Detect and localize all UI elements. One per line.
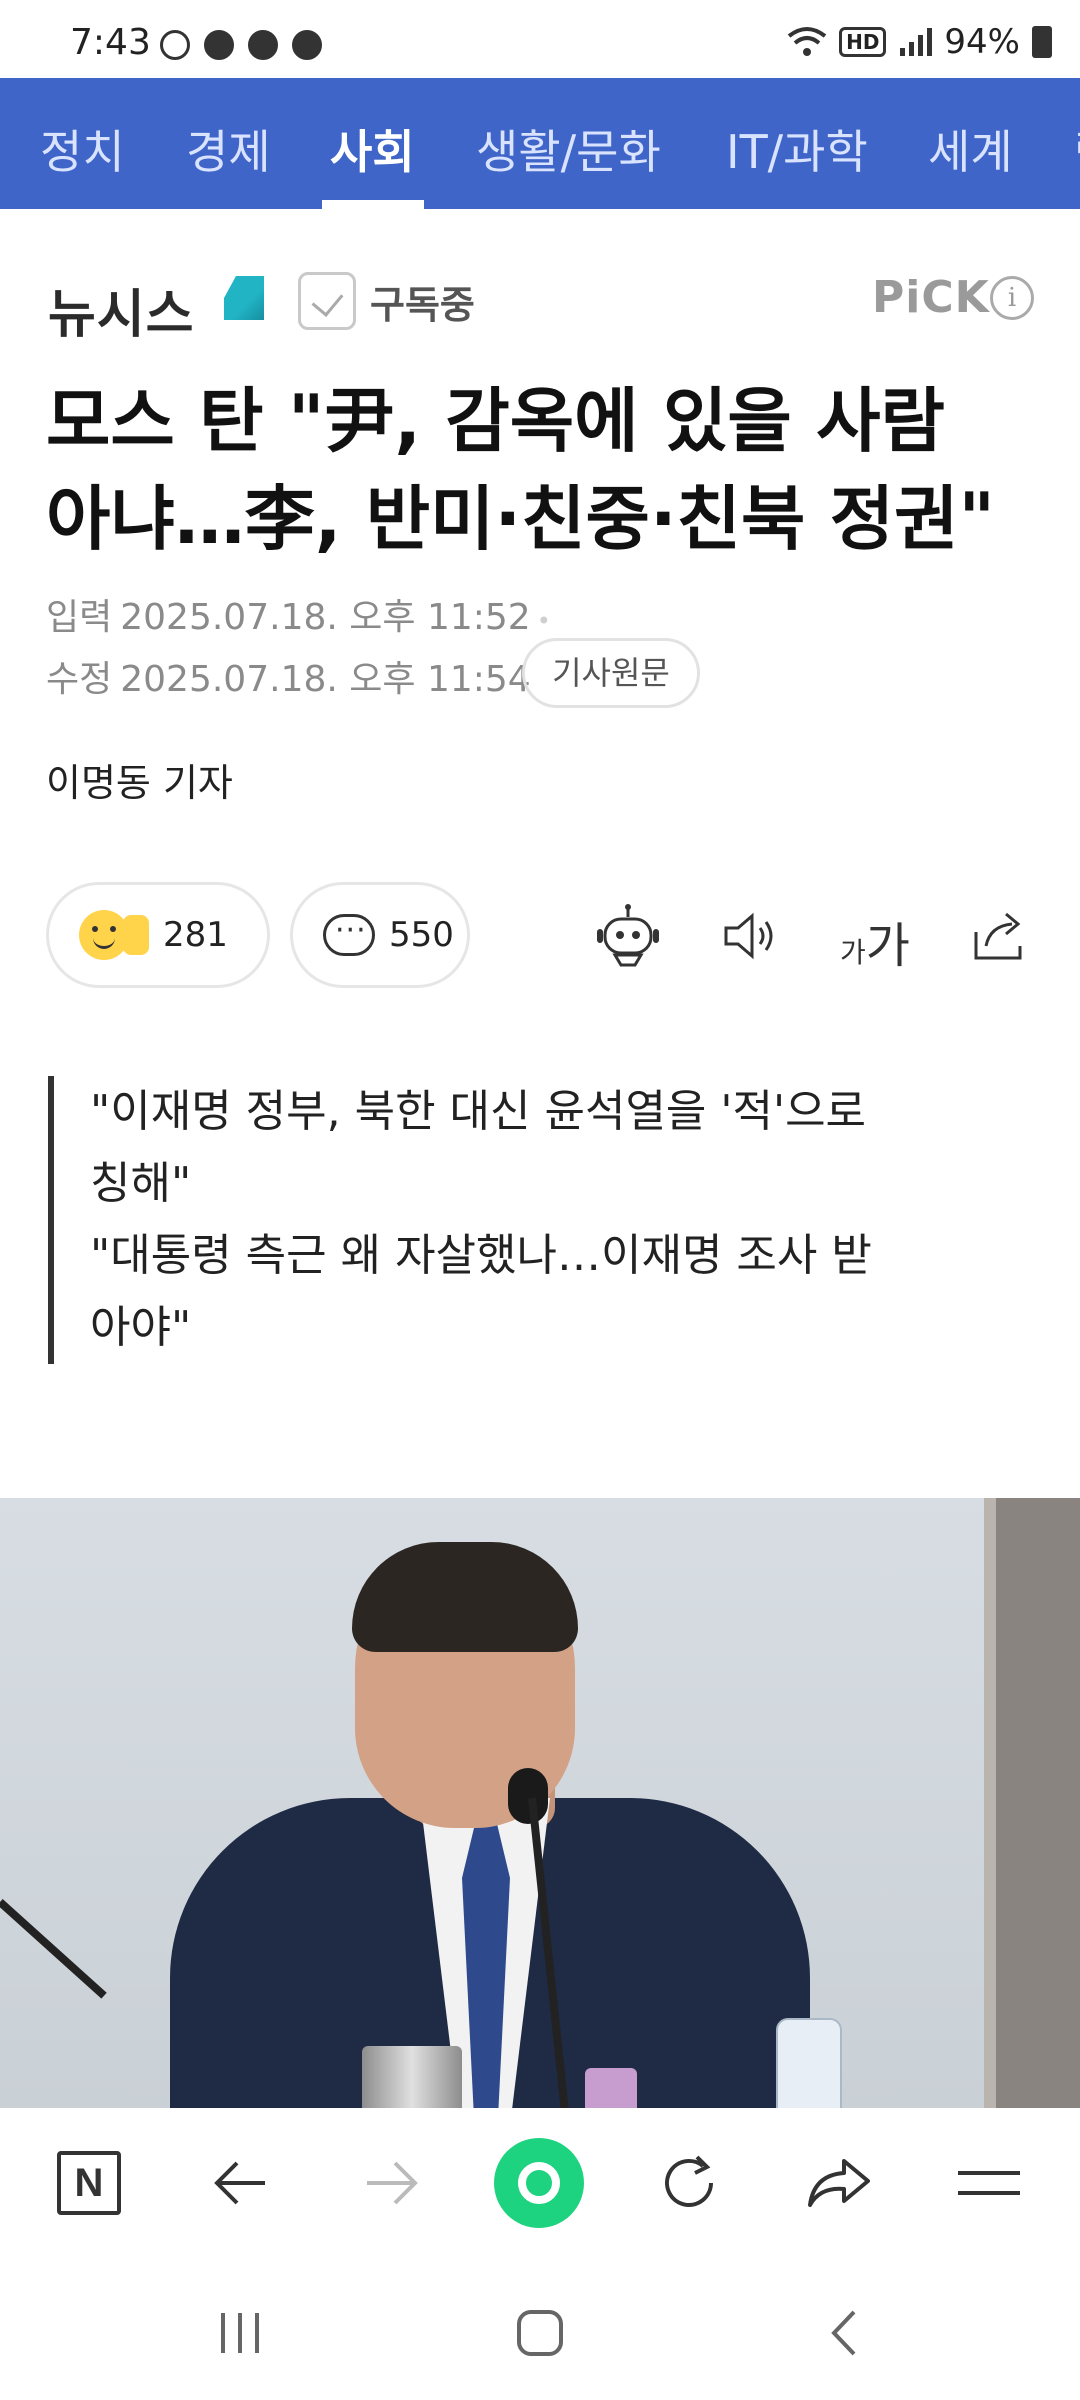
active-tab-indicator xyxy=(322,200,424,209)
battery-percent: 94% xyxy=(944,22,1020,62)
photo-cup xyxy=(362,2046,462,2110)
headline-line-1: 모스 탄 "尹, 감옥에 있을 사람 xyxy=(46,380,945,462)
input-date-line: 입력 2025.07.18. 오후 11:52 • xyxy=(46,588,551,640)
font-size-big: 가 xyxy=(865,918,910,974)
photo-water-bottle xyxy=(776,2018,842,2110)
subscribe-label: 구독중 xyxy=(370,282,475,327)
subscribe-button[interactable]: 구독중 xyxy=(298,272,475,330)
status-right: HD 94% xyxy=(787,22,1052,62)
dnd-icon xyxy=(160,30,190,60)
headline-line-2: 아냐…李, 반미·친중·친북 정권" xyxy=(46,478,995,560)
comment-button[interactable]: 550 xyxy=(290,882,470,988)
comment-icon xyxy=(323,913,375,956)
modified-date-label: 수정 xyxy=(46,659,113,700)
battery-icon xyxy=(1032,26,1052,58)
refresh-icon[interactable] xyxy=(644,2138,734,2228)
status-time: 7:43 xyxy=(70,22,151,63)
font-size-button[interactable]: 가가 xyxy=(840,906,910,976)
share-icon[interactable] xyxy=(962,900,1034,972)
subhead-line-3: "대통령 측근 왜 자살했나…이재명 조사 받 xyxy=(90,1230,872,1281)
green-dot-icon[interactable] xyxy=(494,2138,584,2228)
green-action-button xyxy=(494,2138,584,2228)
green-ring xyxy=(518,2162,560,2204)
pick-logo: PiCK xyxy=(872,272,990,323)
hd-icon: HD xyxy=(839,27,887,57)
article-photo[interactable] xyxy=(0,1498,1080,2110)
photo-left-microphone xyxy=(0,1899,107,1999)
tab-politics[interactable]: 정치 xyxy=(40,116,125,182)
browser-toolbar: N xyxy=(0,2108,1080,2258)
signal-icon xyxy=(900,28,933,56)
photo-background-pillar xyxy=(984,1498,996,2110)
tab-world[interactable]: 세계 xyxy=(928,116,1013,182)
tab-life-culture[interactable]: 생활/문화 xyxy=(476,116,661,182)
wifi-icon xyxy=(787,27,827,56)
modified-date: 2025.07.18. 오후 11:54 xyxy=(120,659,531,700)
comment-count: 550 xyxy=(389,915,454,955)
modified-date-line: 수정 2025.07.18. 오후 11:54 xyxy=(46,650,531,702)
subhead-line-1: "이재명 정부, 북한 대신 윤석열을 '적'으로 xyxy=(90,1086,867,1137)
arrow-left-icon[interactable] xyxy=(196,2138,286,2228)
photo-microphone-head xyxy=(508,1768,548,1824)
recent-apps-icon[interactable] xyxy=(200,2298,280,2368)
tab-ranking[interactable]: 랭 xyxy=(1074,116,1080,182)
category-nav: 정치 경제 사회 생활/문화 IT/과학 세계 랭 xyxy=(0,78,1080,209)
back-icon[interactable] xyxy=(804,2298,884,2368)
original-article-button[interactable]: 기사원문 xyxy=(522,638,700,708)
smile-emoji-icon xyxy=(79,910,129,960)
chat-icon xyxy=(248,30,278,60)
reporter-name[interactable]: 이명동 기자 xyxy=(46,752,233,807)
photo-name-badge xyxy=(585,2068,637,2110)
subhead-line-4: 아야" xyxy=(90,1302,192,1353)
input-date-label: 입력 xyxy=(46,597,113,638)
system-nav-bar xyxy=(0,2258,1080,2400)
subhead-line-2: 칭해" xyxy=(90,1158,192,1209)
press-logo-mark xyxy=(224,276,264,320)
font-size-small: 가 xyxy=(840,936,866,969)
naver-n-icon[interactable]: N xyxy=(44,2138,134,2228)
arrow-right-icon[interactable] xyxy=(346,2138,436,2228)
home-icon[interactable] xyxy=(500,2298,580,2368)
robot-icon[interactable] xyxy=(592,900,664,972)
menu-icon[interactable] xyxy=(944,2138,1034,2228)
reaction-count: 281 xyxy=(163,915,228,955)
tab-society[interactable]: 사회 xyxy=(330,116,415,182)
share-arrow-icon[interactable] xyxy=(794,2138,884,2228)
photo-person-hair xyxy=(352,1542,578,1652)
info-icon[interactable]: i xyxy=(990,276,1034,320)
article-subheadline: "이재명 정부, 북한 대신 윤석열을 '적'으로 칭해" "대통령 측근 왜 … xyxy=(48,1076,988,1364)
tab-economy[interactable]: 경제 xyxy=(186,116,271,182)
tab-it-science[interactable]: IT/과학 xyxy=(726,116,868,182)
photo-background-wall xyxy=(996,1498,1080,2110)
status-bar: 7:43 HD 94% xyxy=(0,0,1080,78)
check-icon xyxy=(298,272,356,330)
naver-home-letter: N xyxy=(57,2151,121,2215)
date-separator: • xyxy=(536,607,551,635)
speaker-icon[interactable] xyxy=(714,900,786,972)
reaction-button[interactable]: 281 xyxy=(46,882,270,988)
notification-icons xyxy=(160,30,322,60)
input-date: 2025.07.18. 오후 11:52 xyxy=(120,597,531,638)
message-icon xyxy=(292,30,322,60)
press-logo[interactable]: 뉴시스 xyxy=(48,272,195,347)
article-headline: 모스 탄 "尹, 감옥에 있을 사람 아냐…李, 반미·친중·친북 정권" xyxy=(46,372,1036,568)
weather-icon xyxy=(204,30,234,60)
